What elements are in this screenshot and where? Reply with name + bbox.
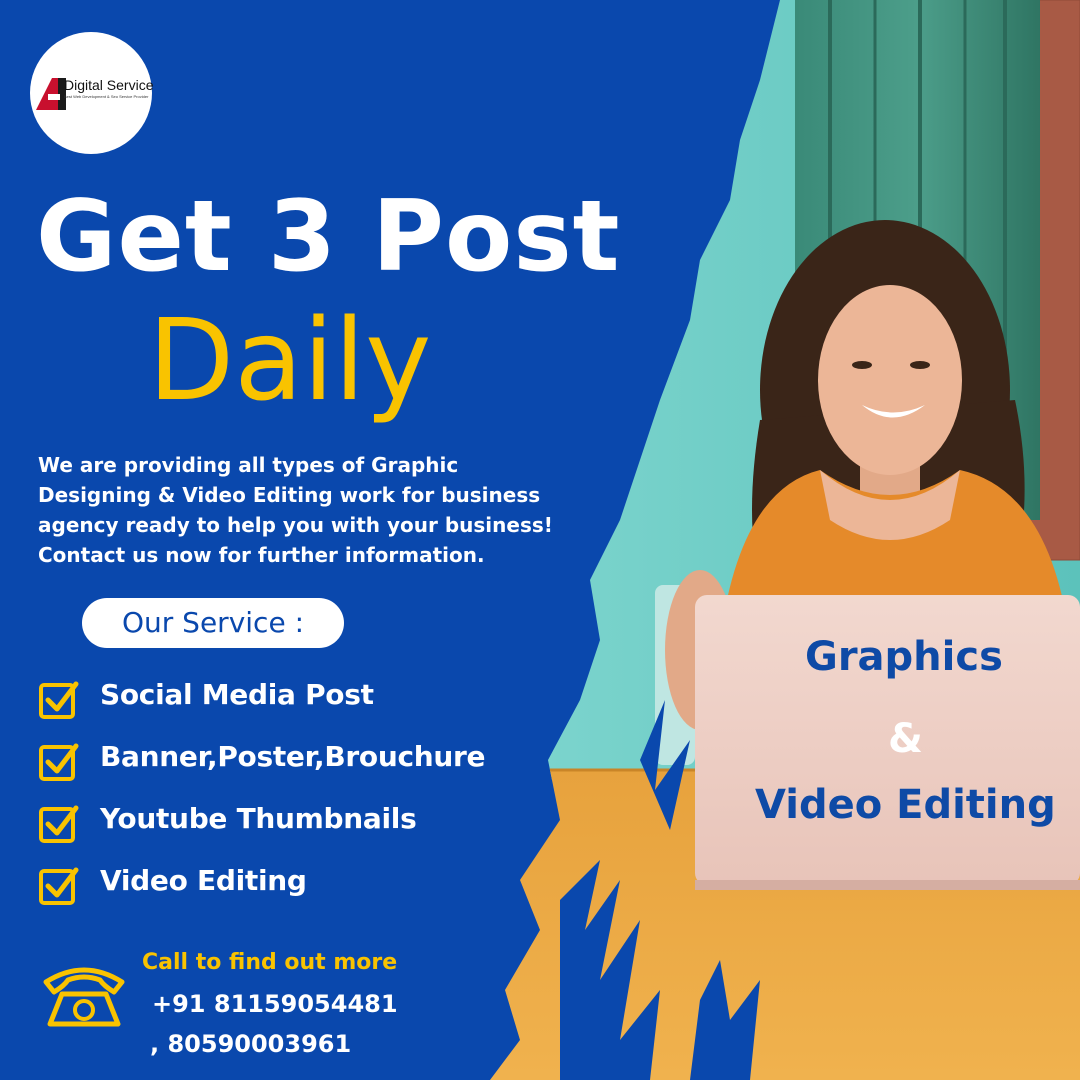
service-label: Youtube Thumbnails <box>100 802 417 835</box>
poster: Digital Service Best Web Development & S… <box>0 0 1080 1080</box>
headline-title: Get 3 Post <box>36 180 621 294</box>
phone-number-primary[interactable]: +91 81159054481 <box>152 990 398 1018</box>
checkbox-icon <box>39 867 79 905</box>
services-heading: Our Service : <box>121 606 304 639</box>
brand-tagline: Best Web Development & Seo Service Provi… <box>64 94 149 99</box>
service-item: Social Media Post <box>38 678 558 722</box>
laptop-text-ampersand: & <box>888 716 923 762</box>
laptop-text-graphics: Graphics <box>805 634 1003 680</box>
service-item: Youtube Thumbnails <box>38 802 558 846</box>
service-item: Video Editing <box>38 864 558 908</box>
brand-name: Digital Service <box>64 77 154 93</box>
checkbox-icon <box>39 681 79 719</box>
laptop-text-video-editing: Video Editing <box>755 782 1056 828</box>
service-label: Video Editing <box>100 864 307 897</box>
phone-icon <box>43 967 125 1027</box>
service-label: Social Media Post <box>100 678 374 711</box>
services-heading-pill: Our Service : <box>82 598 344 648</box>
call-to-action-title: Call to find out more <box>142 950 398 975</box>
phone-number-secondary[interactable]: , 80590003961 <box>150 1030 351 1058</box>
description-text: We are providing all types of Graphic De… <box>38 453 553 567</box>
service-item: Banner,Poster,Brouchure <box>38 740 558 784</box>
checkbox-icon <box>39 743 79 781</box>
headline-subtitle: Daily <box>148 296 432 426</box>
brand-logo: Digital Service Best Web Development & S… <box>30 32 154 154</box>
service-label: Banner,Poster,Brouchure <box>100 740 486 773</box>
checkbox-icon <box>39 805 79 843</box>
